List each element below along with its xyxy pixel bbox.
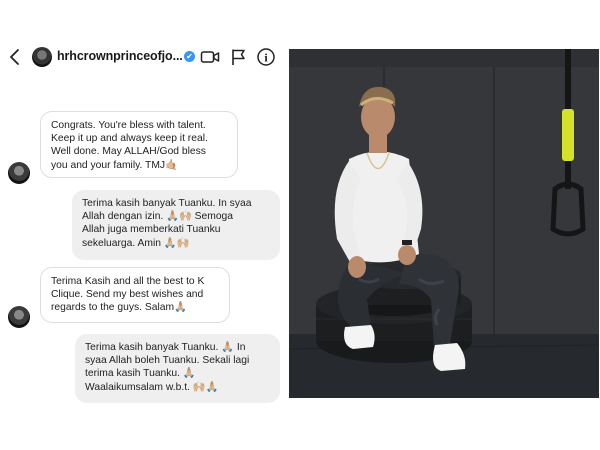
- verified-badge-icon: ✔: [184, 51, 195, 62]
- message-outgoing[interactable]: Terima kasih banyak Tuanku. In syaa Alla…: [72, 190, 280, 260]
- chat-panel: hrhcrownprinceofjo... ✔ i Congrats. You'…: [0, 40, 288, 410]
- message-line: you and your family. TMJ🤙🏼: [51, 159, 178, 171]
- message-line: regards to the guys. Salam🙏🏼: [51, 302, 187, 314]
- message-line: Clique. Send my best wishes and: [51, 289, 204, 301]
- sender-avatar[interactable]: [8, 306, 30, 328]
- photo-illustration: [289, 49, 599, 398]
- message-line: Terima kasih banyak Tuanku. In syaa: [82, 198, 252, 209]
- avatar[interactable]: [32, 47, 52, 67]
- message-line: Allah juga memberkati Tuanku: [82, 224, 221, 236]
- svg-text:i: i: [264, 51, 268, 65]
- message-line: Allah dengan izin. 🙏🏼🙌🏼 Semoga: [82, 211, 234, 223]
- video-call-icon[interactable]: [200, 47, 220, 67]
- message-incoming[interactable]: Terima Kasih and all the best to K Cliqu…: [40, 267, 230, 323]
- message-line: Terima kasih banyak Tuanku. 🙏🏼 In: [85, 342, 246, 353]
- info-icon[interactable]: i: [256, 47, 276, 67]
- username[interactable]: hrhcrownprinceofjo...: [57, 49, 183, 63]
- message-line: Keep it up and always keep it real.: [51, 133, 208, 145]
- message-line: terima kasih Tuanku. 🙏🏼: [85, 368, 196, 380]
- portrait-photo: [289, 49, 599, 398]
- chevron-left-icon[interactable]: [8, 48, 22, 66]
- message-outgoing[interactable]: Terima kasih banyak Tuanku. 🙏🏼 In syaa A…: [75, 334, 280, 403]
- message-line: sekeluarga. Amin 🙏🏼🙌🏼: [82, 237, 190, 249]
- chat-header: hrhcrownprinceofjo... ✔ i: [0, 40, 288, 74]
- sender-avatar[interactable]: [8, 162, 30, 184]
- flag-icon[interactable]: [229, 47, 249, 67]
- message-incoming[interactable]: Congrats. You're bless with talent. Keep…: [40, 111, 238, 178]
- message-line: syaa Allah boleh Tuanku. Sekali lagi: [85, 355, 250, 367]
- message-line: Waalaikumsalam w.b.t. 🙌🏼🙏🏼: [85, 381, 219, 393]
- message-line: Congrats. You're bless with talent.: [51, 120, 206, 131]
- message-line: Terima Kasih and all the best to K: [51, 276, 205, 287]
- message-line: Well done. May ALLAH/God bless: [51, 146, 206, 158]
